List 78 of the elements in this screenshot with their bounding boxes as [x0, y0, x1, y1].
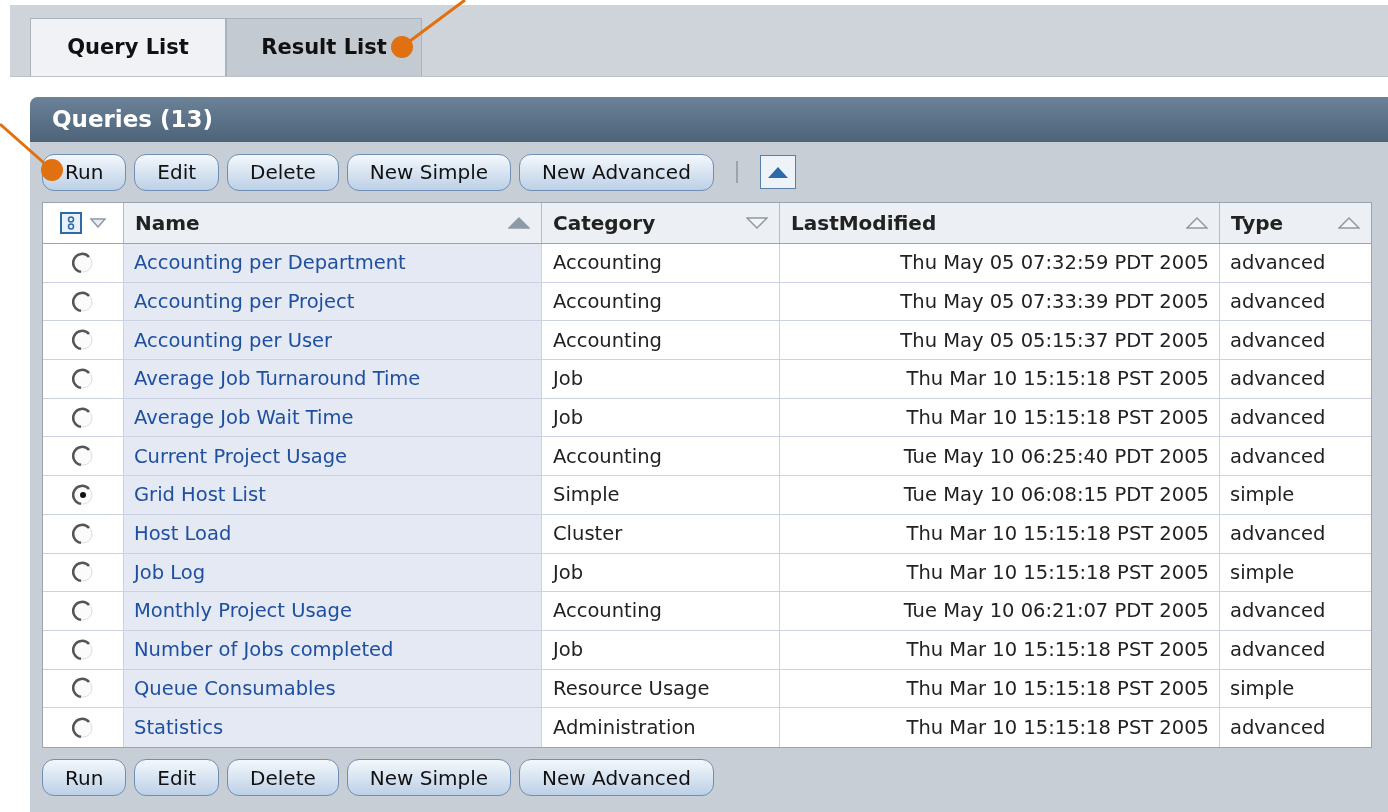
toolbar-button[interactable]: Run	[42, 759, 127, 797]
table-cell-text: simple	[1230, 482, 1295, 509]
table-cell-text: simple	[1230, 559, 1295, 586]
table-cell-text: advanced	[1230, 404, 1326, 431]
table-cell-text: Job	[553, 366, 584, 393]
triangle-up-icon	[766, 165, 789, 179]
radio-button[interactable]	[72, 716, 94, 739]
table-cell-text: Thu Mar 10 15:15:18 PST 2005	[906, 366, 1209, 393]
table-cell-text: Administration	[553, 714, 696, 741]
table-cell-text: advanced	[1230, 637, 1326, 664]
table-cell-text: Thu Mar 10 15:15:18 PST 2005	[906, 521, 1209, 548]
table-cell-text: Thu Mar 10 15:15:18 PST 2005	[906, 714, 1209, 741]
table-cell-text: Thu Mar 10 15:15:18 PST 2005	[906, 559, 1209, 586]
radio-button[interactable]	[72, 406, 94, 429]
table-cell-text: advanced	[1230, 443, 1326, 470]
table-cell-text: advanced	[1230, 288, 1326, 315]
table-cell-text: Thu May 05 07:33:39 PDT 2005	[900, 288, 1209, 315]
table-cell-text: Job	[553, 559, 584, 586]
table-cell-text: Cluster	[553, 521, 623, 548]
table-cell-text: simple	[1230, 675, 1295, 702]
table-cell-text: advanced	[1230, 521, 1326, 548]
table-cell-text: Accounting	[553, 598, 662, 625]
tab[interactable]: Query List	[30, 18, 226, 76]
radio-button[interactable]	[72, 522, 94, 545]
table-cell-text: Job	[553, 637, 584, 664]
sort-down-icon[interactable]	[746, 216, 768, 230]
radio-button[interactable]	[72, 600, 94, 623]
table-cell-text: Thu Mar 10 15:15:18 PST 2005	[906, 675, 1209, 702]
radio-button[interactable]	[72, 367, 94, 390]
column-header[interactable]: Type	[1220, 203, 1371, 243]
query-link[interactable]: Host Load	[134, 519, 232, 549]
table-cell-text: advanced	[1230, 714, 1326, 741]
sort-up-icon[interactable]	[1186, 216, 1208, 230]
table-cell-text: Thu Mar 10 15:15:18 PST 2005	[906, 637, 1209, 664]
table-cell-text: Simple	[553, 482, 620, 509]
column-header[interactable]: Category	[542, 203, 780, 243]
radio-button[interactable]	[72, 445, 94, 468]
select-menu-icon[interactable]	[60, 212, 82, 234]
toolbar-button[interactable]: Delete	[227, 759, 339, 797]
table-cell-text: Thu Mar 10 15:15:18 PST 2005	[906, 404, 1209, 431]
table-cell-text: advanced	[1230, 598, 1326, 625]
toolbar-button[interactable]: New Simple	[346, 153, 512, 191]
radio-button[interactable]	[72, 677, 94, 700]
table-cell-text: advanced	[1230, 250, 1326, 277]
query-link[interactable]: Statistics	[134, 712, 224, 743]
table-cell-text: Thu May 05 05:15:37 PDT 2005	[900, 327, 1209, 354]
toolbar-button[interactable]: New Advanced	[519, 759, 714, 797]
panel-title: Queries (13)	[52, 105, 214, 135]
table-cell-text: Tue May 10 06:21:07 PDT 2005	[903, 598, 1209, 625]
caret-icon[interactable]	[90, 218, 106, 228]
radio-button[interactable]	[72, 561, 94, 584]
table-cell-text: advanced	[1230, 327, 1326, 354]
table-cell-text: Accounting	[553, 250, 662, 277]
query-link[interactable]: Job Log	[134, 557, 206, 587]
table-cell-text: Accounting	[553, 288, 662, 315]
table-cell-text: Tue May 10 06:08:15 PDT 2005	[903, 482, 1209, 509]
toolbar-button[interactable]: Edit	[134, 759, 220, 797]
toolbar-button[interactable]: Delete	[227, 153, 339, 191]
toolbar-button[interactable]: New Simple	[346, 759, 512, 797]
column-header[interactable]: Name	[124, 203, 542, 243]
toolbar-button[interactable]: New Advanced	[519, 153, 714, 191]
table-cell-text: Thu May 05 07:32:59 PDT 2005	[900, 250, 1209, 277]
column-header[interactable]: LastModified	[780, 203, 1220, 243]
table-cell-text: advanced	[1230, 366, 1326, 393]
tab[interactable]: Result List	[226, 18, 422, 76]
sort-up-icon[interactable]	[1338, 216, 1360, 230]
table-cell-text: Accounting	[553, 327, 662, 354]
radio-button[interactable]	[72, 638, 94, 661]
toolbar-button[interactable]: Edit	[134, 153, 220, 191]
radio-button[interactable]	[72, 290, 94, 313]
table-cell-text: Accounting	[553, 443, 662, 470]
collapse-button[interactable]	[759, 155, 796, 189]
table-cell-text: Tue May 10 06:25:40 PDT 2005	[903, 443, 1209, 470]
table-cell-text: Job	[553, 404, 584, 431]
radio-button[interactable]	[72, 251, 94, 274]
table-cell-text: Resource Usage	[553, 675, 710, 702]
radio-button[interactable]	[72, 483, 94, 506]
radio-button[interactable]	[72, 329, 94, 352]
